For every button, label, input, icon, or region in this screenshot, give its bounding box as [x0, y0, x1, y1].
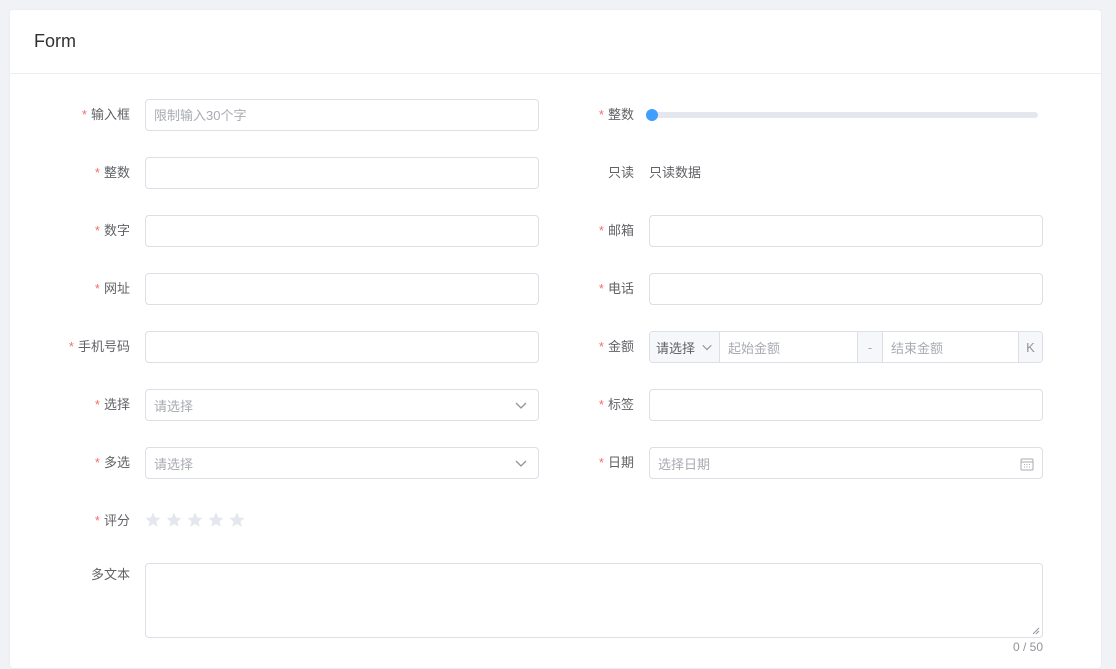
required-mark: * — [94, 281, 100, 296]
multiselect-field[interactable]: 请选择 — [145, 447, 539, 479]
resize-handle-icon[interactable] — [1032, 627, 1040, 635]
amount-range-field: 请选择 起始金额 - 结束金额 K — [649, 331, 1043, 363]
multiselect-placeholder: 请选择 — [154, 456, 194, 472]
mobile-input-field[interactable] — [145, 331, 539, 363]
star-icon[interactable] — [228, 511, 246, 529]
required-mark: * — [68, 339, 74, 354]
required-mark: * — [598, 455, 604, 470]
required-mark: * — [598, 107, 604, 122]
url-input-field[interactable] — [145, 273, 539, 305]
end-amount-input[interactable]: 结束金额 — [883, 332, 1018, 362]
date-placeholder: 选择日期 — [658, 456, 711, 472]
label-amount: * 金额 — [598, 339, 634, 354]
label-select: * 选择 — [94, 397, 130, 412]
card-title: Form — [34, 31, 76, 51]
label-rating: * 评分 — [94, 513, 130, 528]
label-input: * 输入框 — [81, 107, 130, 122]
required-mark: * — [598, 339, 604, 354]
start-amount-input[interactable]: 起始金额 — [720, 332, 857, 362]
required-mark: * — [94, 513, 100, 528]
required-mark: * — [94, 397, 100, 412]
number-input[interactable] — [154, 223, 530, 239]
readonly-value: 只读数据 — [649, 165, 702, 180]
required-mark: * — [94, 165, 100, 180]
card-header: Form — [10, 10, 1101, 74]
calendar-icon — [1020, 458, 1034, 471]
required-mark: * — [81, 107, 87, 122]
label-email: * 邮箱 — [598, 223, 634, 238]
label-multiselect: * 多选 — [94, 455, 130, 470]
text-input[interactable] — [154, 107, 530, 123]
required-mark: * — [598, 397, 604, 412]
number-input-field[interactable] — [145, 215, 539, 247]
unit-suffix: K — [1018, 332, 1042, 362]
currency-select-placeholder: 请选择 — [656, 340, 696, 356]
email-input[interactable] — [658, 223, 1034, 239]
form-card: Form *输入框 *整数 *数字 *网址 *手机号码 *选择 请选择 *多选 … — [9, 9, 1102, 669]
required-mark: * — [94, 223, 100, 238]
chevron-down-icon — [515, 402, 527, 409]
label-slider: * 整数 — [598, 107, 634, 122]
url-input[interactable] — [154, 281, 530, 297]
char-count: 0 / 50 — [1012, 640, 1043, 654]
label-number: * 数字 — [94, 223, 130, 238]
integer-input-field[interactable] — [145, 157, 539, 189]
star-icon[interactable] — [186, 511, 204, 529]
rating-stars[interactable] — [144, 511, 246, 529]
text-input-field[interactable] — [145, 99, 539, 131]
tags-input-field[interactable] — [649, 389, 1043, 421]
select-field[interactable]: 请选择 — [145, 389, 539, 421]
label-readonly: 只读 — [607, 165, 634, 180]
currency-select[interactable]: 请选择 — [650, 332, 720, 362]
star-icon[interactable] — [144, 511, 162, 529]
phone-input-field[interactable] — [649, 273, 1043, 305]
chevron-down-icon — [702, 344, 712, 351]
required-mark: * — [598, 281, 604, 296]
slider-track[interactable] — [652, 112, 1038, 118]
textarea-field[interactable] — [145, 563, 1043, 638]
label-tags: * 标签 — [598, 397, 634, 412]
integer-input[interactable] — [154, 165, 530, 181]
label-url: * 网址 — [94, 281, 130, 296]
tags-input[interactable] — [658, 397, 1034, 413]
star-icon[interactable] — [207, 511, 225, 529]
slider-handle[interactable] — [646, 109, 658, 121]
label-textarea: 多文本 — [90, 567, 130, 582]
email-input-field[interactable] — [649, 215, 1043, 247]
range-separator: - — [857, 332, 883, 362]
required-mark: * — [94, 455, 100, 470]
date-picker-field[interactable]: 选择日期 — [649, 447, 1043, 479]
label-integer: * 整数 — [94, 165, 130, 180]
label-phone: * 电话 — [598, 281, 634, 296]
star-icon[interactable] — [165, 511, 183, 529]
label-mobile: * 手机号码 — [68, 339, 130, 354]
phone-input[interactable] — [658, 281, 1034, 297]
label-date: * 日期 — [598, 455, 634, 470]
select-placeholder: 请选择 — [154, 398, 194, 414]
required-mark: * — [598, 223, 604, 238]
chevron-down-icon — [515, 460, 527, 467]
mobile-input[interactable] — [154, 339, 530, 355]
